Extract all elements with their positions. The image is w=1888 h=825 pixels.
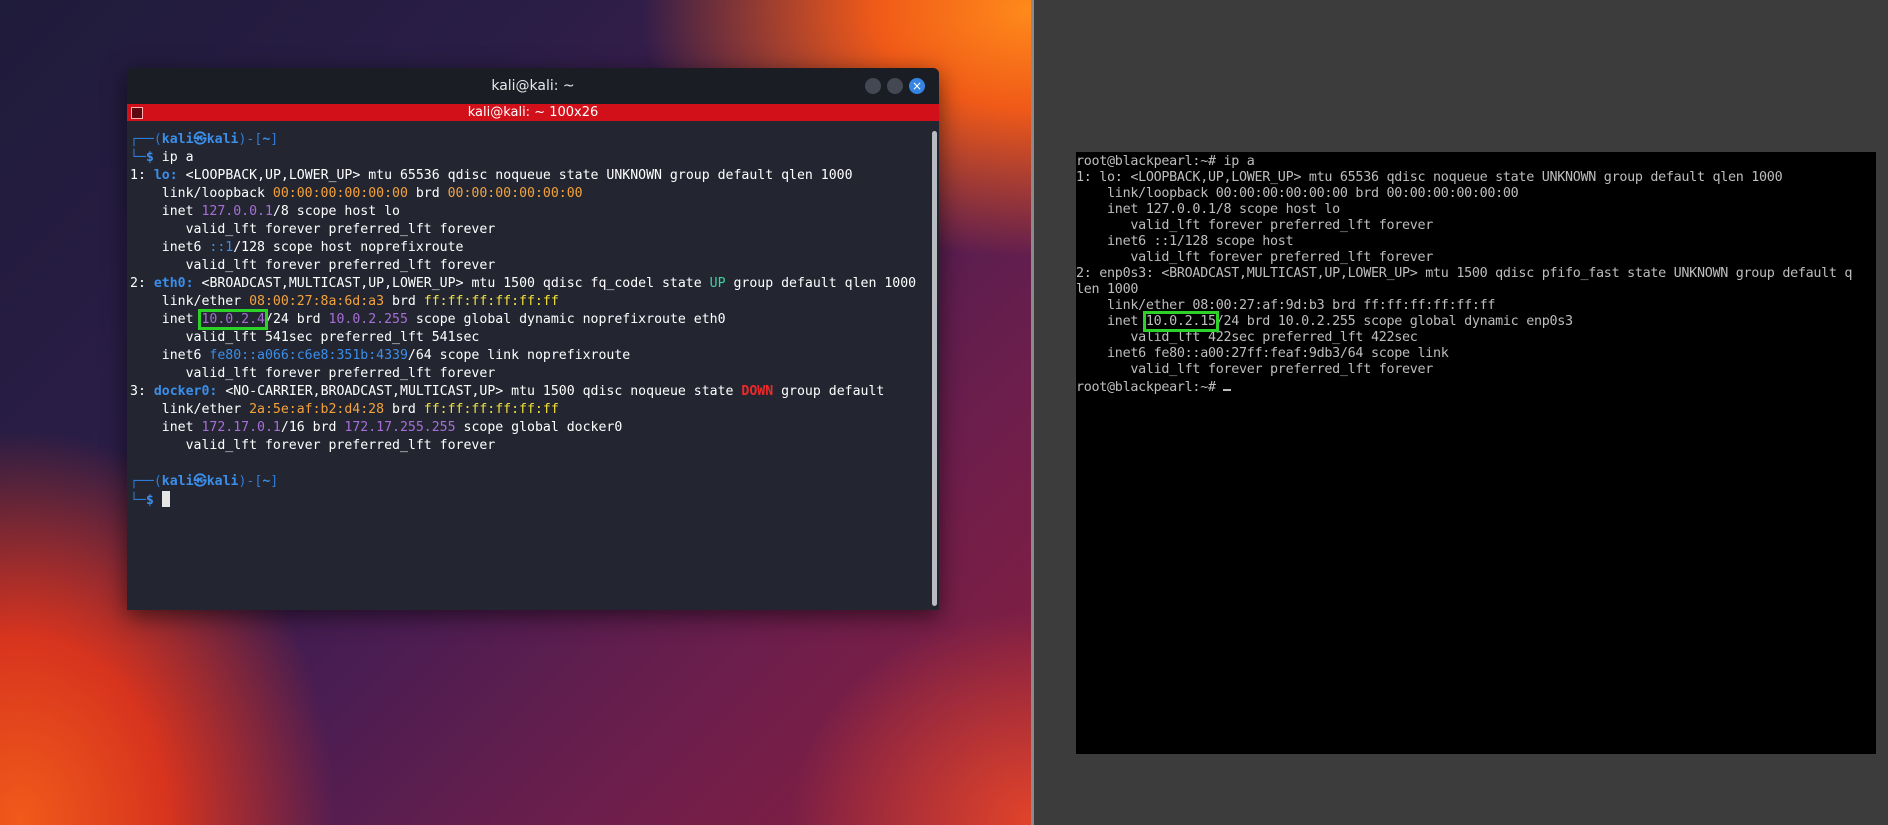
lo-header: 1: lo: <LOOPBACK,UP,LOWER_UP> mtu 65536 …: [130, 168, 853, 183]
kali-ip-highlight: 10.0.2.4: [198, 309, 268, 330]
console-inet-line: inet 10.0.2.15/24 brd 10.0.2.255 scope g…: [1076, 311, 1573, 332]
console-line: root@blackpearl:~# ip a: [1076, 154, 1255, 169]
eth0-inet6: inet6 fe80::a066:c6e8:351b:4339/64 scope…: [130, 348, 631, 363]
blackpearl-ip-highlight: 10.0.2.15: [1142, 311, 1219, 332]
lo-valid: valid_lft forever preferred_lft forever: [185, 222, 496, 237]
terminal-tab-bar[interactable]: kali@kali: ~ 100x26: [127, 104, 939, 121]
lo-link: link/loopback 00:00:00:00:00:00 brd 00:0…: [130, 186, 583, 201]
window-titlebar[interactable]: kali@kali: ~ ×: [127, 68, 939, 104]
prompt-line: ┌──(kali㉿kali)-[~]: [130, 132, 279, 147]
console-line: link/ether 08:00:27:af:9d:b3 brd ff:ff:f…: [1076, 298, 1496, 313]
command-line: └─$ ip a: [130, 150, 194, 165]
eth0-link: link/ether 08:00:27:8a:6d:a3 brd ff:ff:f…: [130, 294, 559, 309]
docker0-link: link/ether 2a:5e:af:b2:d4:28 brd ff:ff:f…: [130, 402, 559, 417]
console-line: len 1000: [1076, 282, 1139, 297]
eth0-header: 2: eth0: <BROADCAST,MULTICAST,UP,LOWER_U…: [130, 276, 917, 291]
terminal-tab-title: kali@kali: ~ 100x26: [467, 105, 599, 120]
window-title: kali@kali: ~: [491, 78, 575, 94]
docker0-inet: inet 172.17.0.1/16 brd 172.17.255.255 sc…: [130, 420, 623, 435]
console-line: valid_lft forever preferred_lft forever: [1076, 250, 1434, 265]
eth0-inet: inet 10.0.2.4/24 brd 10.0.2.255 scope gl…: [130, 309, 726, 330]
terminal-scrollbar[interactable]: [932, 131, 937, 606]
text-cursor: [161, 491, 170, 507]
console-line: inet6 ::1/128 scope host: [1076, 234, 1294, 249]
console-line: valid_lft forever preferred_lft forever: [1076, 362, 1434, 377]
console-line: inet6 fe80::a00:27ff:feaf:9db3/64 scope …: [1076, 346, 1449, 361]
console-line: valid_lft 422sec preferred_lft 422sec: [1076, 330, 1418, 345]
prompt-line-2: ┌──(kali㉿kali)-[~]: [130, 474, 279, 489]
maximize-button[interactable]: [887, 78, 903, 94]
console-line: 2: enp0s3: <BROADCAST,MULTICAST,UP,LOWER…: [1076, 266, 1853, 281]
lo-valid6: valid_lft forever preferred_lft forever: [185, 258, 496, 273]
desktop-wallpaper: kali@kali: ~ × kali@kali: ~ 100x26 ┌──(k…: [0, 0, 1031, 825]
console-line: inet 127.0.0.1/8 scope host lo: [1076, 202, 1340, 217]
lo-inet: inet 127.0.0.1/8 scope host lo: [130, 204, 400, 219]
close-button[interactable]: ×: [909, 78, 925, 94]
console-lines: root@blackpearl:~# ip a 1: lo: <LOOPBACK,…: [1076, 154, 1876, 314]
docker0-header: 3: docker0: <NO-CARRIER,BROADCAST,MULTIC…: [130, 384, 885, 399]
minimize-button[interactable]: [865, 78, 881, 94]
console-line: link/loopback 00:00:00:00:00:00 brd 00:0…: [1076, 186, 1519, 201]
console-cursor: [1223, 378, 1232, 391]
docker0-valid: valid_lft forever preferred_lft forever: [185, 438, 496, 453]
eth0-valid: valid_lft 541sec preferred_lft 541sec: [185, 330, 480, 345]
close-icon: ×: [911, 79, 923, 93]
console-lines-after: valid_lft 422sec preferred_lft 422sec in…: [1076, 330, 1876, 378]
console-line: 1: lo: <LOOPBACK,UP,LOWER_UP> mtu 65536 …: [1076, 170, 1783, 185]
console-line: valid_lft forever preferred_lft forever: [1076, 218, 1434, 233]
eth0-valid6: valid_lft forever preferred_lft forever: [185, 366, 496, 381]
input-line[interactable]: └─$: [130, 491, 929, 509]
kali-terminal-output[interactable]: ┌──(kali㉿kali)-[~] └─$ ip a 1: lo: <LOOP…: [127, 121, 929, 610]
lo-inet6: inet6 ::1/128 scope host noprefixroute: [130, 240, 464, 255]
blackpearl-console[interactable]: root@blackpearl:~# ip a 1: lo: <LOOPBACK,…: [1076, 152, 1876, 754]
kali-terminal-window[interactable]: kali@kali: ~ × kali@kali: ~ 100x26 ┌──(k…: [127, 68, 939, 610]
console-prompt[interactable]: root@blackpearl:~#: [1076, 378, 1876, 395]
